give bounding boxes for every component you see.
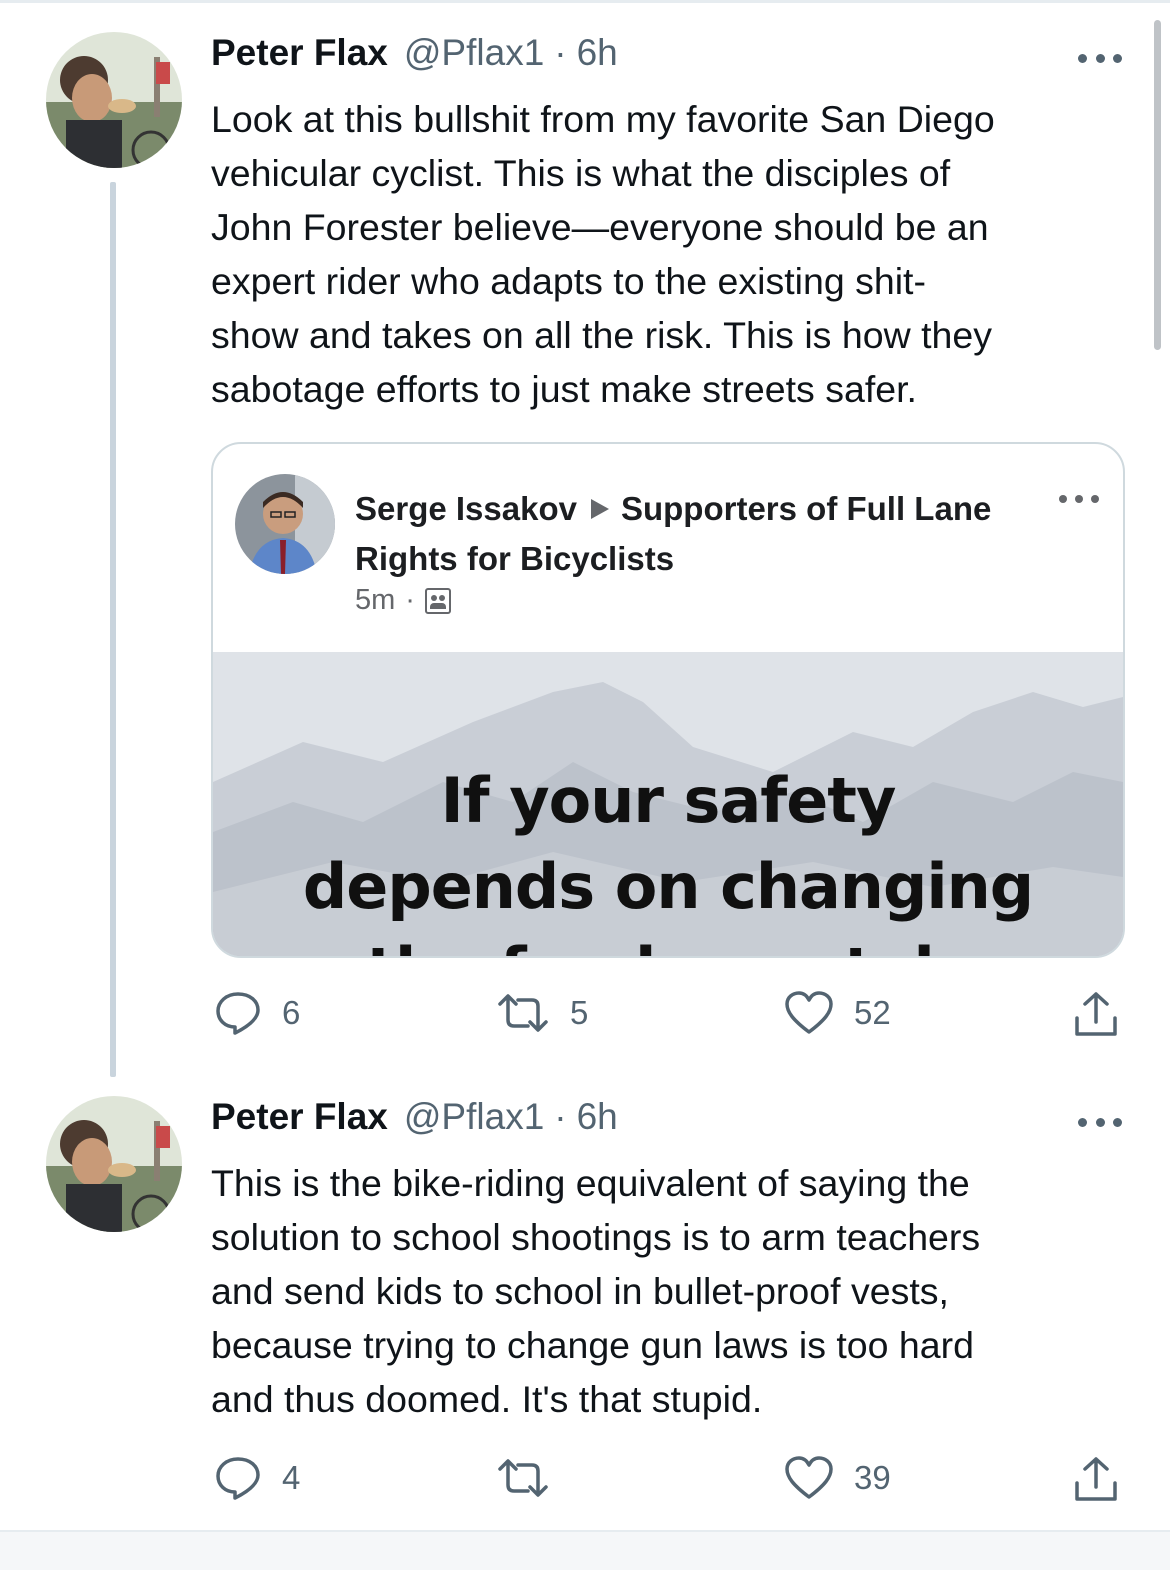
more-icon[interactable] [1059,489,1099,509]
tweet-header: Peter Flax @Pflax1 · 6h [211,32,618,92]
quoted-post-time: 5m [355,584,396,616]
thread-connector-line [110,182,116,1077]
image-text-line: depends on changing [302,850,1034,923]
tweet-text: This is the bike-riding equivalent of sa… [211,1162,981,1420]
retweet-button[interactable]: 5 [496,992,588,1034]
display-name[interactable]: Peter Flax [211,1096,388,1138]
arrow-right-icon [590,499,609,519]
share-button[interactable] [1072,990,1120,1038]
like-count: 52 [854,994,891,1031]
avatar[interactable] [46,1096,182,1232]
user-handle[interactable]: @Pflax1 [404,32,544,74]
tweet-header: Peter Flax @Pflax1 · 6h [211,1096,618,1156]
bottom-divider [0,1530,1170,1570]
like-button[interactable]: 39 [784,1455,891,1501]
reply-count: 6 [282,994,301,1031]
quoted-author-name[interactable]: Serge Issakov [355,490,577,527]
share-button[interactable] [1072,1455,1120,1503]
avatar[interactable] [46,32,182,168]
user-handle[interactable]: @Pflax1 [404,1096,544,1138]
reply-count: 4 [282,1459,301,1496]
like-count: 39 [854,1459,891,1496]
heart-icon [785,1456,833,1499]
quoted-post-title: Serge Issakov Supporters of Full Lane Rig… [355,484,995,584]
tweet-text: Look at this bullshit from my favorite S… [211,98,995,410]
timestamp[interactable]: 6h [577,1096,618,1138]
reply-button[interactable]: 4 [214,1455,300,1501]
retweet-button[interactable] [496,1457,570,1499]
timestamp[interactable]: 6h [577,32,618,74]
scrollbar[interactable] [1154,20,1161,350]
image-text-line: the fundamentals [213,934,1123,956]
retweet-count: 5 [570,994,589,1031]
separator: · [405,584,415,616]
retweet-icon [498,994,548,1032]
heart-icon [785,991,833,1034]
retweet-icon [498,1459,548,1497]
separator: · [554,1096,567,1137]
quoted-author-avatar [235,474,335,574]
like-button[interactable]: 52 [784,990,891,1036]
quoted-post-image: If your safety depends on changing the f… [213,652,1123,956]
reply-icon [216,1457,260,1500]
group-icon [424,587,451,614]
quoted-post-card[interactable]: Serge Issakov Supporters of Full Lane Rig… [211,442,1125,958]
more-icon[interactable] [1078,1112,1122,1132]
reply-icon [216,992,260,1035]
share-icon [1075,992,1117,1036]
image-text-line: If your safety [440,764,897,837]
more-icon[interactable] [1078,48,1122,68]
reply-button[interactable]: 6 [214,990,300,1036]
separator: · [554,32,567,73]
share-icon [1075,1457,1117,1501]
quoted-post-meta: 5m · [355,584,451,617]
display-name[interactable]: Peter Flax [211,32,388,74]
top-divider [0,0,1170,3]
